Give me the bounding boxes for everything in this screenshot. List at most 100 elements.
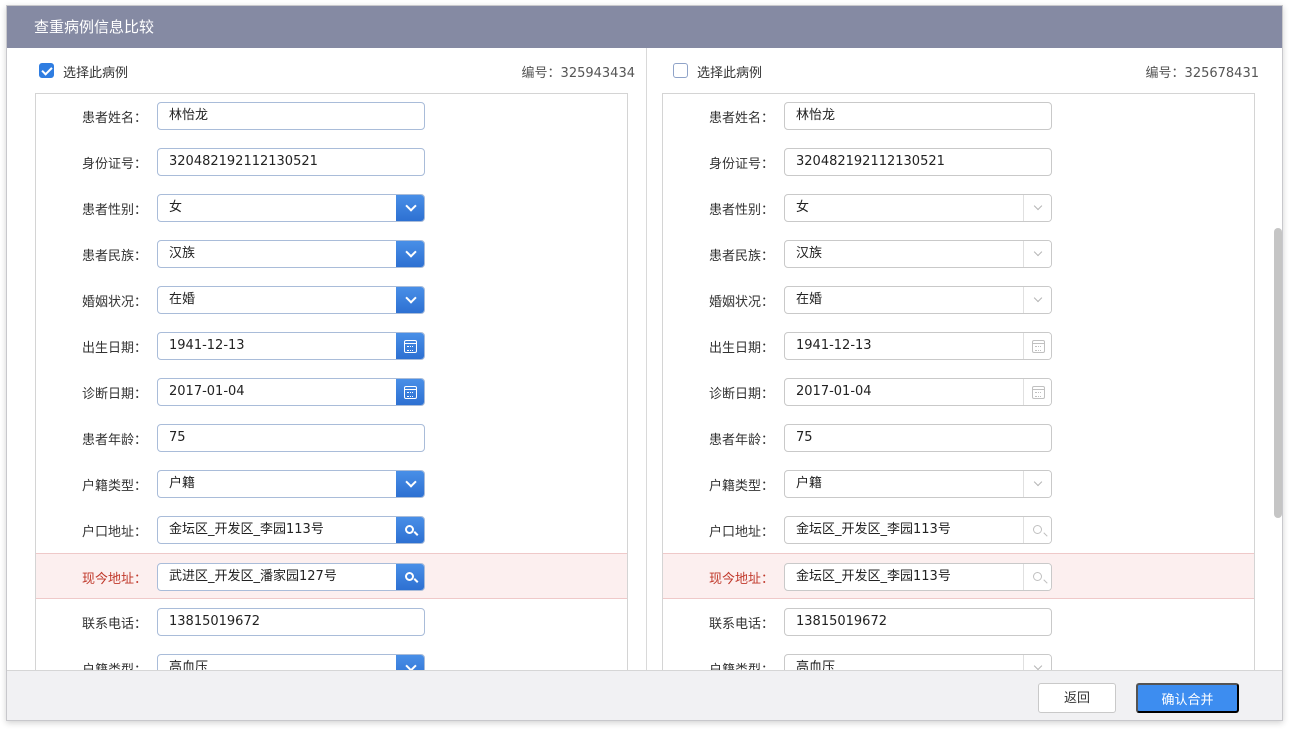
search-field[interactable]: 金坛区_开发区_李园113号: [157, 516, 425, 544]
text-field[interactable]: 林怡龙: [157, 102, 425, 130]
field-value: 在婚: [169, 292, 196, 307]
text-field[interactable]: 13815019672: [784, 608, 1052, 636]
dropdown-button[interactable]: [1023, 471, 1051, 497]
dropdown-button[interactable]: [396, 287, 424, 313]
dropdown-button[interactable]: [1023, 287, 1051, 313]
select-field[interactable]: 在婚: [784, 286, 1052, 314]
compare-dialog: 查重病例信息比较 选择此病例 编号：325943434 患者姓名： 林怡龙 身份证号…: [6, 5, 1283, 721]
date-picker-button[interactable]: [396, 333, 424, 359]
date-picker-button[interactable]: [396, 379, 424, 405]
select-field[interactable]: 在婚: [157, 286, 425, 314]
form-row: 出生日期： 1941-12-13: [663, 323, 1254, 369]
search-field[interactable]: 金坛区_开发区_李园113号: [784, 516, 1052, 544]
case-panel-left: 选择此病例 编号：325943434 患者姓名： 林怡龙 身份证号： 32048219…: [7, 48, 646, 670]
field-label: 户籍类型：: [82, 659, 147, 670]
field-value: 320482192112130521: [796, 154, 945, 169]
form-row: 身份证号： 320482192112130521: [36, 139, 627, 185]
search-button[interactable]: [396, 564, 424, 590]
dropdown-button[interactable]: [396, 471, 424, 497]
date-field[interactable]: 2017-01-04: [784, 378, 1052, 406]
field-label: 出生日期：: [81, 341, 147, 356]
select-field[interactable]: 高血压: [157, 654, 425, 670]
search-button[interactable]: [1023, 564, 1051, 590]
chevron-down-icon: [404, 660, 417, 670]
select-field[interactable]: 户籍: [784, 470, 1052, 498]
text-field[interactable]: 13815019672: [157, 608, 425, 636]
form-row: 户籍类型： 高血压: [36, 645, 627, 670]
dialog-footer: 返回 确认合并: [7, 670, 1282, 720]
form-row: 户籍类型： 高血压: [663, 645, 1254, 670]
date-field[interactable]: 1941-12-13: [157, 332, 425, 360]
field-label: 诊断日期：: [81, 387, 147, 402]
dropdown-button[interactable]: [396, 655, 424, 670]
date-picker-button[interactable]: [1023, 333, 1051, 359]
chevron-down-icon: [404, 246, 417, 258]
scrollbar-thumb[interactable]: [1274, 228, 1282, 518]
date-field[interactable]: 1941-12-13: [784, 332, 1052, 360]
search-field[interactable]: 武进区_开发区_潘家园127号: [157, 563, 425, 591]
field-value: 13815019672: [169, 614, 260, 629]
search-field[interactable]: 金坛区_开发区_李园113号: [784, 563, 1052, 591]
form-row: 联系电话： 13815019672: [663, 599, 1254, 645]
chevron-down-icon: [1033, 247, 1043, 257]
dropdown-button[interactable]: [396, 195, 424, 221]
select-field[interactable]: 汉族: [784, 240, 1052, 268]
form-row: 患者性别： 女: [36, 185, 627, 231]
select-field[interactable]: 女: [784, 194, 1052, 222]
form-row: 现今地址： 武进区_开发区_潘家园127号: [36, 553, 627, 599]
text-field[interactable]: 75: [784, 424, 1052, 452]
form-row: 现今地址： 金坛区_开发区_李园113号: [663, 553, 1254, 599]
confirm-merge-button[interactable]: 确认合并: [1136, 683, 1239, 713]
text-field[interactable]: 林怡龙: [784, 102, 1052, 130]
form-row: 婚姻状况： 在婚: [36, 277, 627, 323]
search-button[interactable]: [396, 517, 424, 543]
select-case-checkbox[interactable]: [39, 63, 54, 78]
text-field[interactable]: 320482192112130521: [784, 148, 1052, 176]
field-value: 金坛区_开发区_李园113号: [796, 522, 951, 537]
field-label: 患者姓名：: [81, 111, 147, 126]
form-row: 联系电话： 13815019672: [36, 599, 627, 645]
field-label: 户籍类型：: [81, 479, 147, 494]
select-case-label[interactable]: 选择此病例: [63, 62, 128, 81]
case-panel-header: 选择此病例 编号：325678431: [647, 48, 1282, 92]
select-field[interactable]: 户籍: [157, 470, 425, 498]
field-label: 患者性别：: [708, 203, 774, 218]
select-field[interactable]: 女: [157, 194, 425, 222]
field-value: 2017-01-04: [169, 384, 245, 399]
field-label: 现今地址：: [708, 572, 774, 587]
field-label: 联系电话：: [708, 617, 774, 632]
back-button[interactable]: 返回: [1038, 683, 1116, 713]
select-field[interactable]: 汉族: [157, 240, 425, 268]
chevron-down-icon: [404, 292, 417, 304]
dropdown-button[interactable]: [1023, 241, 1051, 267]
form-row: 诊断日期： 2017-01-04: [663, 369, 1254, 415]
select-field[interactable]: 高血压: [784, 654, 1052, 670]
dialog-title: 查重病例信息比较: [7, 6, 1282, 48]
select-case-checkbox[interactable]: [673, 63, 688, 78]
record-number: 编号：325678431: [1145, 66, 1259, 81]
field-value: 在婚: [796, 292, 823, 307]
chevron-down-icon: [1033, 477, 1043, 487]
search-icon: [405, 524, 414, 534]
form-row: 患者年龄： 75: [36, 415, 627, 461]
calendar-icon: [404, 339, 417, 353]
dropdown-button[interactable]: [396, 241, 424, 267]
field-value: 1941-12-13: [169, 338, 245, 353]
select-case-label[interactable]: 选择此病例: [697, 62, 762, 81]
field-value: 武进区_开发区_潘家园127号: [169, 569, 337, 584]
search-button[interactable]: [1023, 517, 1051, 543]
chevron-down-icon: [1033, 661, 1043, 670]
text-field[interactable]: 320482192112130521: [157, 148, 425, 176]
field-label: 患者姓名：: [708, 111, 774, 126]
dropdown-button[interactable]: [1023, 195, 1051, 221]
date-picker-button[interactable]: [1023, 379, 1051, 405]
field-value: 户籍: [169, 476, 196, 491]
date-field[interactable]: 2017-01-04: [157, 378, 425, 406]
chevron-down-icon: [404, 200, 417, 212]
field-value: 2017-01-04: [796, 384, 872, 399]
form-row: 户籍类型： 户籍: [36, 461, 627, 507]
field-value: 320482192112130521: [169, 154, 318, 169]
field-label: 户籍类型：: [708, 479, 774, 494]
dropdown-button[interactable]: [1023, 655, 1051, 670]
text-field[interactable]: 75: [157, 424, 425, 452]
